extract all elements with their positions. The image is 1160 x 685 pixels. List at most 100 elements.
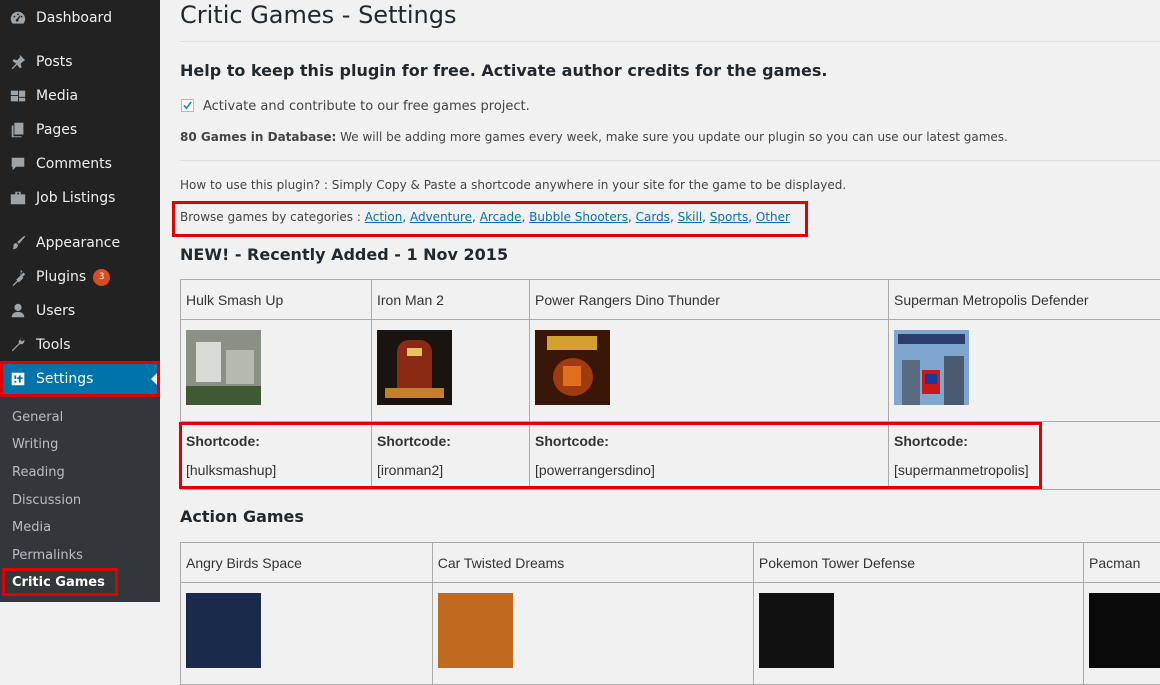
- dashboard-icon: [0, 9, 36, 27]
- admin-sidebar: Dashboard Posts Media Pages Comments Job…: [0, 0, 160, 602]
- shortcode-label: Shortcode:: [186, 433, 366, 449]
- plugin-icon: [0, 268, 36, 286]
- menu-item-job-listings[interactable]: Job Listings: [0, 181, 160, 215]
- shortcode-cell-hulk: Shortcode: [hulksmashup]: [181, 422, 372, 490]
- credits-checkbox-label: Activate and contribute to our free game…: [203, 99, 530, 114]
- submenu-writing[interactable]: Writing: [12, 437, 58, 452]
- game-name-superman: Superman Metropolis Defender: [889, 280, 1160, 320]
- recent-thumbs-row: [181, 320, 1160, 422]
- menu-label-appearance: Appearance: [36, 235, 120, 251]
- menu-label-job-listings: Job Listings: [36, 190, 115, 206]
- game-name-powerrangers: Power Rangers Dino Thunder: [530, 280, 889, 320]
- title-divider: [180, 41, 1160, 42]
- shortcode-cell-ironman: Shortcode: [ironman2]: [372, 422, 530, 490]
- menu-item-settings[interactable]: Settings: [0, 362, 160, 396]
- menu-label-users: Users: [36, 303, 75, 319]
- action-games-table: Angry Birds Space Car Twisted Dreams Pok…: [180, 542, 1160, 685]
- howto-text: How to use this plugin? : Simply Copy & …: [180, 178, 846, 192]
- menu-item-dashboard[interactable]: Dashboard: [0, 1, 160, 35]
- game-name-pacman: Pacman: [1084, 543, 1160, 583]
- thumb-cell-cartwisted: [432, 583, 753, 685]
- ironman-thumbnail[interactable]: [377, 330, 452, 405]
- user-icon: [0, 302, 36, 320]
- thumb-cell-ironman: [372, 320, 530, 422]
- submenu-discussion[interactable]: Discussion: [12, 493, 81, 508]
- db-count-bold: 80 Games in Database:: [180, 130, 336, 144]
- game-name-angrybirds: Angry Birds Space: [181, 543, 433, 583]
- submenu-reading[interactable]: Reading: [12, 465, 65, 480]
- credits-checkbox[interactable]: [181, 99, 194, 112]
- brush-icon: [0, 234, 36, 252]
- shortcode-value[interactable]: [ironman2]: [377, 462, 524, 478]
- menu-item-pages[interactable]: Pages: [0, 113, 160, 147]
- menu-item-posts[interactable]: Posts: [0, 45, 160, 79]
- section-divider: [180, 160, 1160, 161]
- menu-item-users[interactable]: Users: [0, 294, 160, 328]
- pokemon-thumbnail[interactable]: [759, 593, 834, 668]
- shortcode-value[interactable]: [hulksmashup]: [186, 462, 366, 478]
- help-heading: Help to keep this plugin for free. Activ…: [180, 61, 828, 80]
- menu-label-pages: Pages: [36, 122, 77, 138]
- settings-icon: [0, 370, 36, 388]
- main-content: Critic Games - Settings Help to keep thi…: [160, 0, 1160, 602]
- submenu-media[interactable]: Media: [12, 520, 51, 535]
- shortcode-value[interactable]: [powerrangersdino]: [535, 462, 883, 478]
- action-names-row: Angry Birds Space Car Twisted Dreams Pok…: [181, 543, 1160, 583]
- angrybirds-thumbnail[interactable]: [186, 593, 261, 668]
- menu-label-plugins: Plugins: [36, 269, 86, 285]
- category-link-skill[interactable]: Skill: [678, 210, 703, 224]
- cartwisted-thumbnail[interactable]: [438, 593, 513, 668]
- submenu-permalinks[interactable]: Permalinks: [12, 548, 83, 563]
- wrench-icon: [0, 336, 36, 354]
- settings-submenu: General Writing Reading Discussion Media…: [0, 397, 160, 602]
- shortcode-label: Shortcode:: [377, 433, 524, 449]
- shortcode-value[interactable]: [supermanmetropolis]: [894, 462, 1160, 478]
- category-link-bubble-shooters[interactable]: Bubble Shooters: [529, 210, 628, 224]
- browse-label: Browse games by categories :: [180, 210, 365, 224]
- hulk-thumbnail[interactable]: [186, 330, 261, 405]
- thumb-cell-powerrangers: [530, 320, 889, 422]
- powerrangers-thumbnail[interactable]: [535, 330, 610, 405]
- action-heading: Action Games: [180, 507, 304, 526]
- recent-shortcodes-row: Shortcode: [hulksmashup] Shortcode: [iro…: [181, 422, 1160, 490]
- category-link-arcade[interactable]: Arcade: [480, 210, 522, 224]
- menu-label-comments: Comments: [36, 156, 112, 172]
- media-icon: [0, 87, 36, 105]
- menu-item-appearance[interactable]: Appearance: [0, 226, 160, 260]
- menu-item-media[interactable]: Media: [0, 79, 160, 113]
- db-count-line: 80 Games in Database: We will be adding …: [180, 130, 1008, 144]
- thumb-cell-pacman: [1084, 583, 1160, 685]
- comments-icon: [0, 155, 36, 173]
- checkmark-icon: [182, 100, 193, 111]
- menu-item-plugins[interactable]: Plugins 3: [0, 260, 160, 294]
- menu-item-tools[interactable]: Tools: [0, 328, 160, 362]
- game-name-ironman: Iron Man 2: [372, 280, 530, 320]
- shortcode-label: Shortcode:: [894, 433, 1160, 449]
- game-name-pokemon: Pokemon Tower Defense: [753, 543, 1083, 583]
- category-link-action[interactable]: Action: [365, 210, 403, 224]
- thumb-cell-pokemon: [753, 583, 1083, 685]
- menu-label-settings: Settings: [36, 371, 93, 387]
- menu-label-dashboard: Dashboard: [36, 10, 112, 26]
- menu-item-comments[interactable]: Comments: [0, 147, 160, 181]
- submenu-general[interactable]: General: [12, 410, 63, 425]
- briefcase-icon: [0, 189, 36, 207]
- db-count-text: We will be adding more games every week,…: [336, 130, 1008, 144]
- submenu-critic-games[interactable]: Critic Games: [12, 575, 105, 590]
- plugins-update-badge: 3: [93, 269, 110, 286]
- browse-categories: Browse games by categories : Action, Adv…: [180, 210, 790, 224]
- pacman-thumbnail[interactable]: [1089, 593, 1160, 668]
- category-link-adventure[interactable]: Adventure: [410, 210, 472, 224]
- category-link-cards[interactable]: Cards: [636, 210, 670, 224]
- category-link-other[interactable]: Other: [756, 210, 790, 224]
- recent-names-row: Hulk Smash Up Iron Man 2 Power Rangers D…: [181, 280, 1160, 320]
- thumb-cell-angrybirds: [181, 583, 433, 685]
- game-name-cartwisted: Car Twisted Dreams: [432, 543, 753, 583]
- shortcode-cell-superman: Shortcode: [supermanmetropolis]: [889, 422, 1160, 490]
- shortcode-cell-powerrangers: Shortcode: [powerrangersdino]: [530, 422, 889, 490]
- game-name-hulk: Hulk Smash Up: [181, 280, 372, 320]
- menu-label-tools: Tools: [36, 337, 71, 353]
- category-link-sports[interactable]: Sports: [710, 210, 748, 224]
- superman-thumbnail[interactable]: [894, 330, 969, 405]
- pin-icon: [0, 53, 36, 71]
